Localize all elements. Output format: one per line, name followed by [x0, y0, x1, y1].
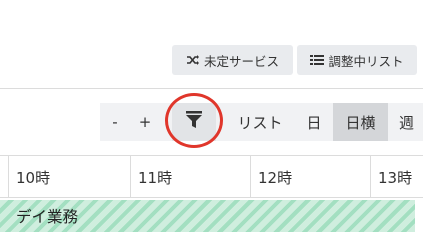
hour-label: 11時	[130, 156, 250, 198]
schedule-row: デイ業務	[0, 198, 423, 237]
zoom-out-button[interactable]: -	[100, 103, 130, 141]
schedule-band[interactable]: デイ業務	[0, 200, 415, 232]
adjusting-list-label: 調整中リスト	[328, 53, 404, 69]
list-icon	[310, 54, 325, 66]
hour-label: 12時	[250, 156, 370, 198]
view-week-button[interactable]: 週	[390, 103, 423, 141]
top-action-area: 未定サービス 調整中リスト	[0, 0, 423, 88]
unassigned-services-button[interactable]: 未定サービス	[172, 45, 293, 75]
section-divider	[0, 88, 423, 89]
zoom-in-button[interactable]: +	[130, 103, 160, 141]
hour-label: 10時	[8, 156, 130, 198]
hour-label: 13時	[370, 156, 423, 198]
timeline-header: 10時 11時 12時 13時	[0, 155, 423, 198]
highlight-annotation-circle	[165, 93, 223, 148]
schedule-band-label: デイ業務	[16, 208, 79, 226]
view-list-button[interactable]: リスト	[230, 103, 290, 141]
shuffle-icon	[186, 54, 200, 66]
adjusting-list-button[interactable]: 調整中リスト	[297, 45, 417, 75]
unassigned-services-label: 未定サービス	[203, 53, 279, 69]
view-day-button[interactable]: 日	[296, 103, 332, 141]
view-toolbar: - + リスト 日 日横 週	[100, 103, 423, 141]
view-day-horizontal-button[interactable]: 日横	[333, 103, 388, 141]
